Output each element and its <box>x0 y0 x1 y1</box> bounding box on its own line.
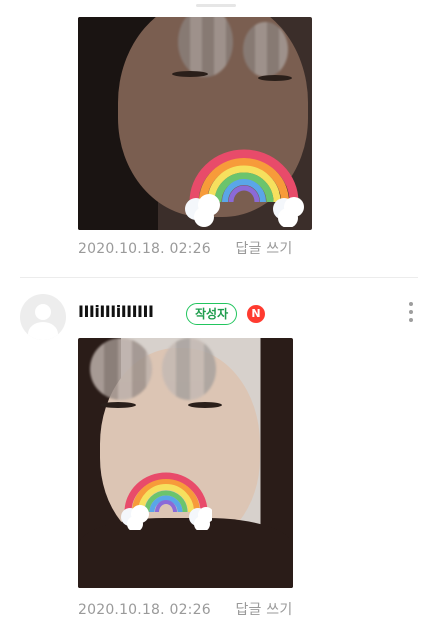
pixelated-blur <box>243 22 288 77</box>
pixelated-blur <box>90 338 152 400</box>
pixelated-blur <box>162 338 216 400</box>
rainbow-sticker-icon <box>185 149 304 227</box>
reply-button[interactable]: 답글 쓰기 <box>235 241 292 257</box>
new-badge: N <box>247 305 265 323</box>
comment-username[interactable]: IIIiIIIiIIIIII <box>78 302 154 321</box>
comment-divider <box>20 277 418 278</box>
eye <box>172 71 208 77</box>
default-avatar-icon[interactable] <box>20 294 66 340</box>
eye <box>100 402 136 408</box>
more-vertical-icon[interactable] <box>408 302 414 324</box>
comment-photo-1[interactable] <box>78 17 312 230</box>
comment-meta-1: 2020.10.18. 02:26 답글 쓰기 <box>78 238 292 258</box>
eye <box>258 75 292 81</box>
author-badge: 작성자 <box>186 303 238 325</box>
rainbow-sticker-icon <box>121 472 212 530</box>
reply-button[interactable]: 답글 쓰기 <box>235 602 292 618</box>
comment-date: 2020.10.18. 02:26 <box>78 241 211 257</box>
comment-date: 2020.10.18. 02:26 <box>78 602 211 618</box>
comment-meta-2: 2020.10.18. 02:26 답글 쓰기 <box>78 599 292 619</box>
comment-photo-2[interactable] <box>78 338 293 588</box>
drag-handle[interactable] <box>196 4 236 7</box>
eye <box>188 402 222 408</box>
